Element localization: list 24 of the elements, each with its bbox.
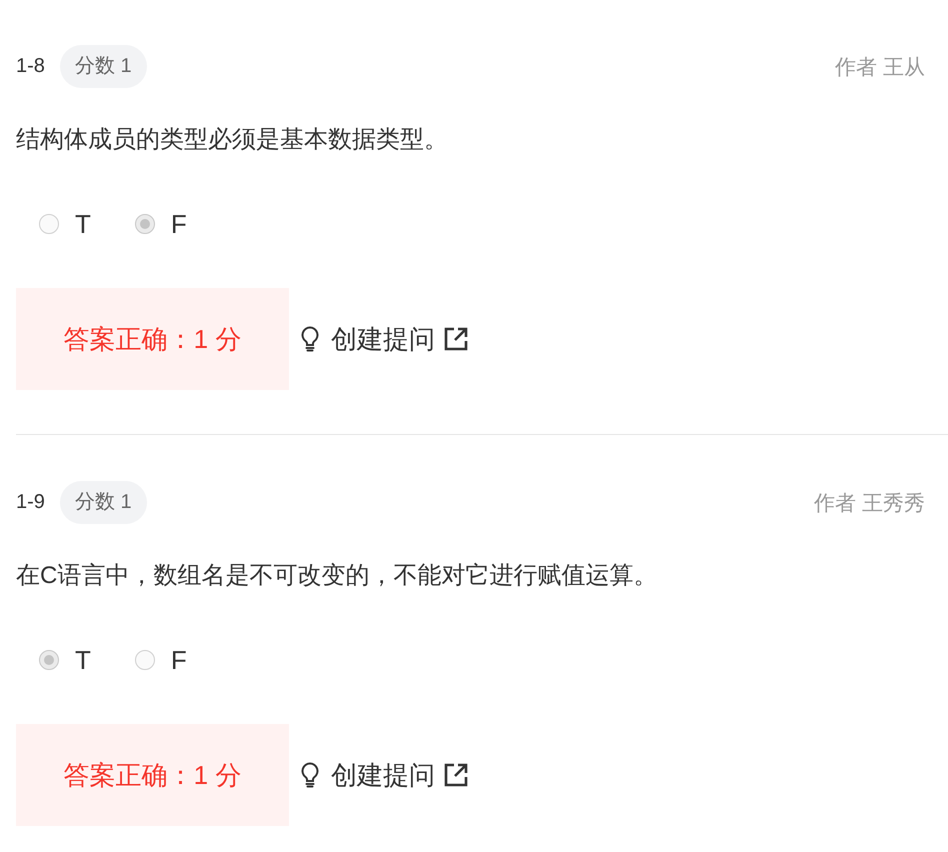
author-label: 作者 王秀秀 — [814, 490, 925, 516]
score-badge: 分数 1 — [60, 481, 147, 524]
radio-button[interactable] — [39, 214, 59, 234]
option-label: T — [75, 645, 91, 675]
answer-result: 答案正确：1 分 — [16, 288, 289, 390]
score-badge: 分数 1 — [60, 45, 147, 88]
lightbulb-icon — [300, 762, 320, 788]
option-label: F — [170, 209, 187, 239]
question-number: 1-9 — [16, 491, 45, 514]
lightbulb-icon — [300, 326, 320, 352]
option-label: F — [170, 645, 187, 675]
radio-button[interactable] — [39, 650, 59, 670]
question-number: 1-8 — [16, 55, 45, 78]
author-label: 作者 王从 — [835, 54, 925, 80]
question-text: 结构体成员的类型必须是基本数据类型。 — [16, 125, 449, 155]
option-label: T — [75, 209, 91, 239]
radio-button[interactable] — [134, 650, 155, 670]
create-question-link[interactable]: 创建提问 — [300, 758, 468, 792]
answer-result: 答案正确：1 分 — [16, 724, 289, 826]
create-question-link[interactable]: 创建提问 — [300, 322, 468, 356]
external-link-icon — [444, 327, 468, 351]
question-text: 在C语言中，数组名是不可改变的，不能对它进行赋值运算。 — [16, 561, 658, 591]
radio-button[interactable] — [134, 214, 155, 234]
external-link-icon — [444, 763, 468, 787]
